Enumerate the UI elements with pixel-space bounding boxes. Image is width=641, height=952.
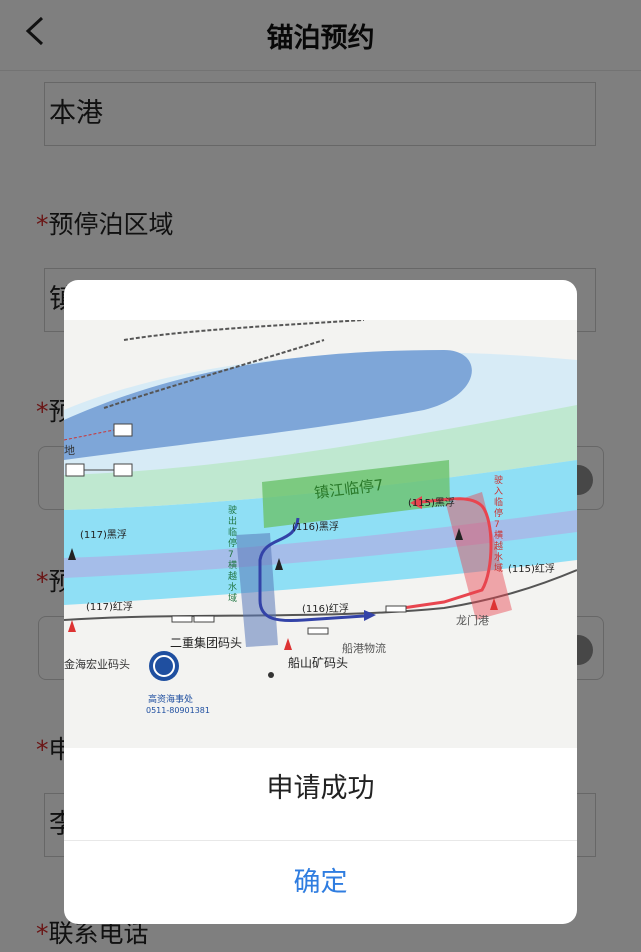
buoy-label: (117)黑浮 bbox=[80, 530, 127, 541]
map-label-inbound: 驶入临停7横越水域 bbox=[494, 476, 504, 574]
buoy-label: (116)黑浮 bbox=[292, 522, 339, 533]
place-label: 地 bbox=[64, 444, 75, 457]
buoy-label: (115)红浮 bbox=[508, 564, 555, 575]
buoy-label: (116)红浮 bbox=[302, 604, 349, 615]
agency-label: 高资海事处 bbox=[148, 695, 194, 705]
buoy-label: (115)黑浮 bbox=[408, 498, 455, 509]
map-label-outbound: 驶出临停7横越水域 bbox=[228, 506, 238, 604]
place-label: 船山矿码头 bbox=[288, 656, 349, 670]
agency-phone: 0511-80901381 bbox=[146, 706, 210, 715]
place-label: 船港物流 bbox=[342, 642, 386, 655]
success-dialog: 镇江临停7 驶出临停7横越水域 驶入临停7横越水域 (117)黑浮 (116)黑… bbox=[64, 280, 577, 924]
place-label: 金海宏业码头 bbox=[64, 658, 130, 671]
buoy-label: (117)红浮 bbox=[86, 602, 133, 613]
place-label: 二重集团码头 bbox=[170, 636, 243, 650]
dialog-message: 申请成功 bbox=[266, 773, 375, 804]
confirm-button[interactable]: 确定 bbox=[64, 841, 577, 924]
place-label: 龙门港 bbox=[456, 614, 489, 627]
